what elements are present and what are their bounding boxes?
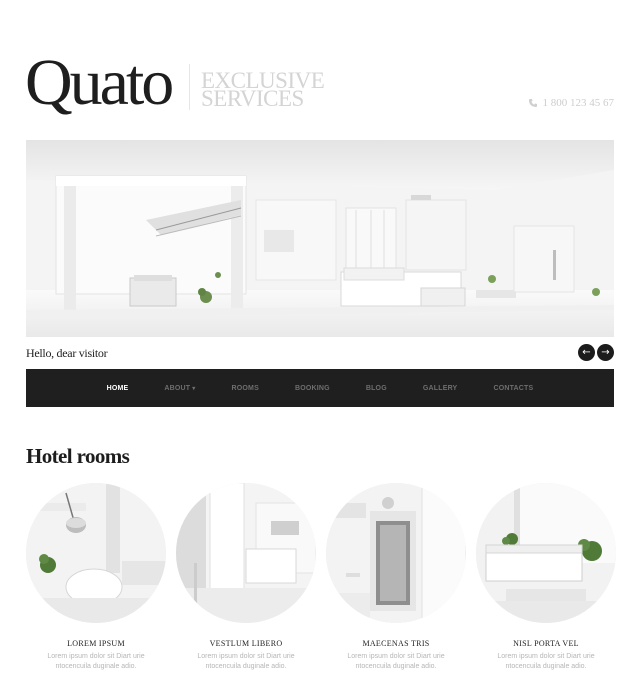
room-description-line: Lorem ipsum dolor sit Diart urie [47, 653, 145, 660]
room-card: LOREM IPSUM Lorem ipsum dolor sit Diart … [26, 483, 166, 672]
site-header: Quato EXCLUSIVE SERVICES 1 800 123 45 67 [0, 0, 640, 140]
nav-item-about[interactable]: ABOUT ▾ [146, 385, 213, 392]
room-thumbnail[interactable] [26, 483, 166, 623]
nav-item-rooms[interactable]: ROOMS [214, 385, 277, 392]
phone-contact: 1 800 123 45 67 [528, 97, 615, 109]
hero-slider-image [26, 140, 614, 337]
room-title[interactable]: LOREM IPSUM [26, 639, 166, 648]
room-description: Lorem ipsum dolor sit Diart urie ntocenc… [476, 652, 616, 672]
site-logo[interactable]: Quato [25, 50, 174, 116]
room-card: MAECENAS TRIS Lorem ipsum dolor sit Diar… [326, 483, 466, 672]
room-description-line: Lorem ipsum dolor sit Diart urie [497, 653, 595, 660]
room-description-line: Lorem ipsum dolor sit Diart urie [347, 653, 445, 660]
slider-next-button[interactable]: → [597, 344, 614, 361]
phone-icon [528, 99, 537, 107]
room-description-line: Lorem ipsum dolor sit Diart urie [197, 653, 295, 660]
welcome-message: Hello, dear visitor [26, 346, 108, 360]
nav-item-home[interactable]: HOME [89, 385, 147, 392]
room-title[interactable]: MAECENAS TRIS [326, 639, 466, 648]
nav-item-contacts[interactable]: CONTACTS [475, 385, 551, 392]
room-card: NISL PORTA VEL Lorem ipsum dolor sit Dia… [476, 483, 616, 672]
nav-item-gallery[interactable]: GALLERY [405, 385, 476, 392]
phone-number: 1 800 123 45 67 [542, 97, 615, 109]
nav-item-booking[interactable]: BOOKING [277, 385, 348, 392]
room-card: VESTLUM LIBERO Lorem ipsum dolor sit Dia… [176, 483, 316, 672]
slider-prev-button[interactable]: ← [578, 344, 595, 361]
room-description-line: ntocencuila duginale adio. [355, 663, 437, 670]
room-description: Lorem ipsum dolor sit Diart urie ntocenc… [326, 652, 466, 672]
room-thumbnail-art-4 [476, 483, 616, 623]
room-thumbnail[interactable] [176, 483, 316, 623]
room-description: Lorem ipsum dolor sit Diart urie ntocenc… [176, 652, 316, 672]
hero-interior-illustration [26, 140, 614, 337]
room-thumbnail-art-2 [176, 483, 316, 623]
room-thumbnail[interactable] [476, 483, 616, 623]
logo-divider [189, 64, 190, 110]
room-description: Lorem ipsum dolor sit Diart urie ntocenc… [26, 652, 166, 672]
chevron-down-icon: ▾ [192, 385, 196, 392]
main-navigation: HOME ABOUT ▾ ROOMS BOOKING BLOG GALLERY C… [26, 369, 614, 407]
site-tagline: EXCLUSIVE SERVICES [201, 69, 325, 110]
room-thumbnail-art-3 [326, 483, 466, 623]
section-title: Hotel rooms [26, 444, 130, 468]
room-title[interactable]: VESTLUM LIBERO [176, 639, 316, 648]
room-thumbnail[interactable] [326, 483, 466, 623]
slider-controls: ← → [578, 344, 614, 361]
room-thumbnail-art-1 [26, 483, 166, 623]
nav-item-about-label: ABOUT [164, 384, 191, 392]
hotel-rooms-list: LOREM IPSUM Lorem ipsum dolor sit Diart … [26, 483, 616, 683]
room-description-line: ntocencuila duginale adio. [505, 663, 587, 670]
room-title[interactable]: NISL PORTA VEL [476, 639, 616, 648]
room-description-line: ntocencuila duginale adio. [55, 663, 137, 670]
room-description-line: ntocencuila duginale adio. [205, 663, 287, 670]
nav-item-blog[interactable]: BLOG [348, 385, 405, 392]
